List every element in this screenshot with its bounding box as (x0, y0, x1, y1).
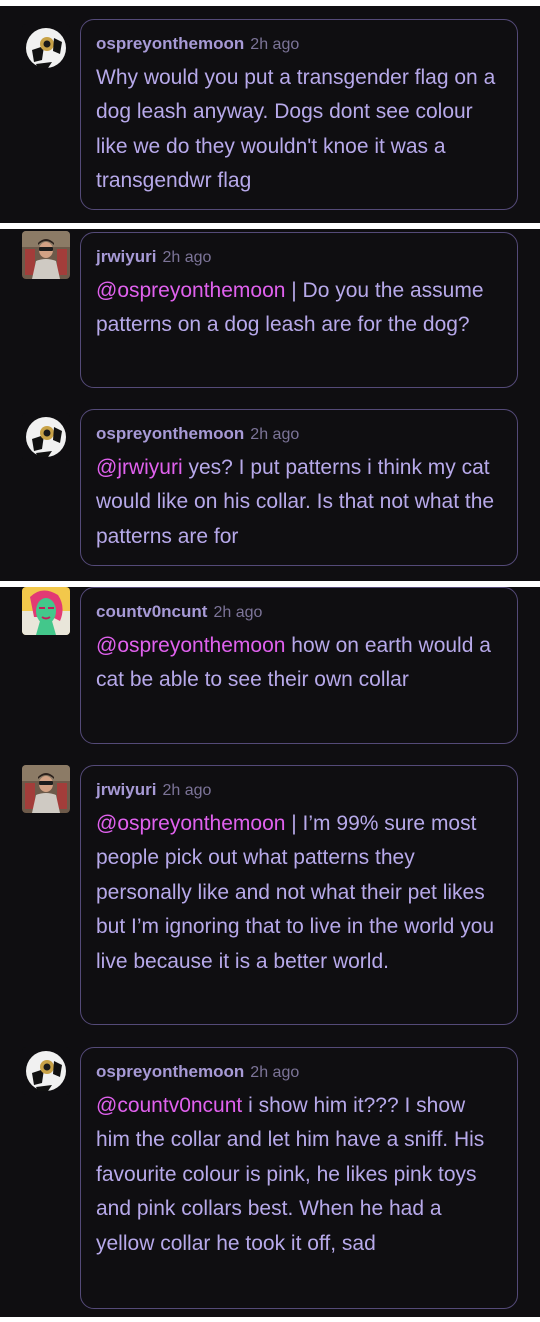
username-link[interactable]: jrwiyuri (96, 780, 156, 799)
mask-avatar[interactable] (22, 413, 70, 461)
mention-link[interactable]: @ospreyonthemoon (96, 279, 285, 302)
mention-link[interactable]: @ospreyonthemoon (96, 812, 285, 835)
username-link[interactable]: ospreyonthemoon (96, 1062, 244, 1081)
comment-bubble: jrwiyuri 2h ago @ospreyonthemoon | Do you… (80, 232, 518, 388)
timestamp: 2h ago (250, 426, 300, 443)
comment-text: Why would you put a transgender flag on … (96, 66, 496, 193)
timestamp: 2h ago (213, 604, 263, 621)
username-link[interactable]: ospreyonthemoon (96, 424, 244, 443)
comment-text: @jrwiyuri yes? I put patterns i think my… (96, 456, 495, 548)
comment-panel-3: countv0ncunt 2h ago @ospreyonthemoon how … (0, 587, 540, 1317)
comment-bubble: countv0ncunt 2h ago @ospreyonthemoon how … (80, 587, 518, 744)
username-link[interactable]: ospreyonthemoon (96, 34, 244, 53)
username-link[interactable]: countv0ncunt (96, 602, 207, 621)
photo-avatar[interactable] (22, 231, 70, 279)
comment-text: @countv0ncunt i show him it??? I show hi… (96, 1094, 485, 1255)
comment-bubble: jrwiyuri 2h ago @ospreyonthemoon | I’m 99… (80, 765, 518, 1025)
timestamp: 2h ago (250, 36, 300, 53)
mention-link[interactable]: @countv0ncunt (96, 1094, 242, 1117)
comment-bubble: ospreyonthemoon 2h ago Why would you put … (80, 19, 518, 210)
comment-text: @ospreyonthemoon | Do you the assume pat… (96, 279, 484, 337)
comment-panel-1: ospreyonthemoon 2h ago Why would you put … (0, 6, 540, 223)
comment-text: @ospreyonthemoon how on earth would a ca… (96, 634, 491, 692)
comment-panel-2: jrwiyuri 2h ago @ospreyonthemoon | Do you… (0, 229, 540, 581)
timestamp: 2h ago (162, 249, 212, 266)
photo-avatar[interactable] (22, 765, 70, 813)
mask-avatar[interactable] (22, 1047, 70, 1095)
comment-text: @ospreyonthemoon | I’m 99% sure most peo… (96, 812, 495, 973)
mention-link[interactable]: @ospreyonthemoon (96, 634, 285, 657)
pink-face-avatar[interactable] (22, 587, 70, 635)
comment-bubble: ospreyonthemoon 2h ago @jrwiyuri yes? I p… (80, 409, 518, 566)
mention-link[interactable]: @jrwiyuri (96, 456, 183, 479)
mask-avatar[interactable] (22, 24, 70, 72)
comment-bubble: ospreyonthemoon 2h ago @countv0ncunt i sh… (80, 1047, 518, 1309)
timestamp: 2h ago (162, 782, 212, 799)
timestamp: 2h ago (250, 1064, 300, 1081)
username-link[interactable]: jrwiyuri (96, 247, 156, 266)
